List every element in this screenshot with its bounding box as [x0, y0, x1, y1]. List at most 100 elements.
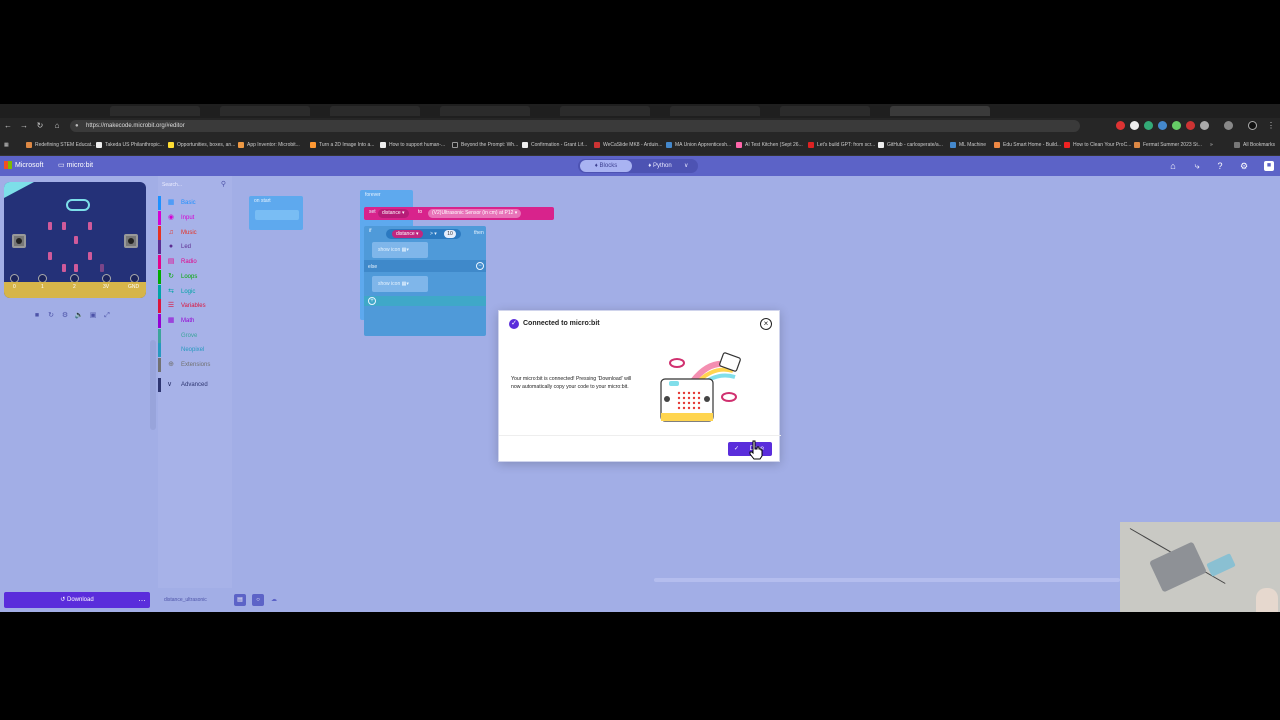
bookmark[interactable]: Opportunities, boxes, an... [168, 140, 235, 150]
microbit-logo[interactable]: ▭ micro:bit [58, 161, 93, 169]
toolbox-category-math[interactable]: ▦ Math [158, 314, 232, 328]
more-bookmarks-icon[interactable]: » [1210, 140, 1213, 150]
github-icon[interactable]: ○ [252, 594, 264, 606]
show-icon-block[interactable]: show icon ▦▾ [372, 276, 428, 292]
icon-picker[interactable]: ▦▾ [402, 247, 409, 253]
bookmark[interactable]: Beyond the Prompt: Wh... [452, 140, 518, 150]
address-bar[interactable]: ● https://makecode.microbit.org/#editor [70, 120, 1080, 132]
bookmark[interactable]: Takeda US Philanthropic... [96, 140, 164, 150]
extension-icon[interactable] [1186, 121, 1195, 130]
microsoft-account-icon[interactable]: ■ [1264, 161, 1274, 171]
button-b[interactable] [124, 234, 138, 248]
fullscreen-icon[interactable]: ⤢ [102, 311, 112, 321]
screenshot-icon[interactable]: ▣ [88, 311, 98, 321]
microsoft-logo[interactable]: Microsoft [4, 161, 43, 169]
bookmark[interactable]: Let's build GPT: from scr... [808, 140, 875, 150]
bookmark[interactable]: App Inventor: Microbit... [238, 140, 300, 150]
close-icon[interactable]: × [760, 318, 772, 330]
help-icon[interactable]: ? [1214, 160, 1226, 172]
button-a[interactable] [12, 234, 26, 248]
toolbox-category-loops[interactable]: ↻ Loops [158, 270, 232, 284]
cloud-icon[interactable]: ☁ [268, 594, 280, 606]
apps-grid-icon[interactable]: ▦ [4, 140, 9, 150]
back-icon[interactable]: ← [3, 121, 13, 131]
bookmark[interactable]: How to Clean Your ProC... [1064, 140, 1131, 150]
toolbox-search-input[interactable]: Search... ⚲ [162, 180, 228, 190]
bookmark[interactable]: WeCaSlide MK8 - Arduin... [594, 140, 662, 150]
minus-circle-icon[interactable]: − [476, 262, 484, 270]
stop-icon[interactable]: ■ [32, 311, 42, 321]
bookmark[interactable]: How to support human-... [380, 140, 445, 150]
bookmark[interactable]: Redefining STEM Educat... [26, 140, 95, 150]
toolbox-category-music[interactable]: ♫ Music [158, 226, 232, 240]
variable-dropdown[interactable]: distance ▾ [378, 209, 409, 218]
extension-icon[interactable] [1144, 121, 1153, 130]
download-button[interactable]: ↺ Download [4, 592, 150, 608]
bookmark[interactable]: Edu Smart Home - Build... [994, 140, 1061, 150]
search-icon[interactable]: ⚲ [221, 180, 226, 190]
comparison-block[interactable]: distance ▾ > ▾ 10 [386, 229, 461, 239]
icon-picker[interactable]: ▦▾ [402, 281, 409, 287]
save-icon[interactable]: ▤ [234, 594, 246, 606]
browser-tab[interactable] [330, 106, 420, 116]
plus-circle-icon[interactable]: + [368, 297, 376, 305]
blocks-toggle-button[interactable]: ♦ Blocks [580, 160, 632, 172]
browser-tab[interactable] [220, 106, 310, 116]
bookmark[interactable]: GitHub - carlosperate/a... [878, 140, 943, 150]
home-icon[interactable]: ⌂ [52, 121, 62, 131]
extension-icon[interactable] [1200, 121, 1209, 130]
python-toggle-button[interactable]: ♦ Python [640, 160, 680, 172]
share-icon[interactable]: ⤷ [1191, 160, 1203, 172]
workspace-horizontal-scrollbar[interactable] [654, 578, 1120, 582]
browser-tab[interactable] [670, 106, 760, 116]
restart-icon[interactable]: ↻ [46, 311, 56, 321]
toolbox-category-variables[interactable]: ☰ Variables [158, 299, 232, 313]
toolbox-category-input[interactable]: ◉ Input [158, 211, 232, 225]
bookmark[interactable]: Confirmation - Grant Lif... [522, 140, 587, 150]
project-name-input[interactable]: distance_ultrasonic [158, 594, 228, 606]
browser-tab-active[interactable] [890, 106, 990, 116]
browser-tab[interactable] [560, 106, 650, 116]
toolbox-category-grove[interactable]: Grove [158, 329, 232, 343]
toolbox-category-advanced[interactable]: ∨ Advanced [158, 378, 232, 392]
all-bookmarks[interactable]: All Bookmarks [1234, 140, 1275, 150]
microbit-simulator[interactable]: 0 1 2 3V GND [4, 182, 146, 298]
set-variable-block[interactable]: set distance ▾ to (V2)Ultrasonic Sensor … [364, 207, 554, 220]
show-icon-block[interactable]: show icon ▦▾ [372, 242, 428, 258]
browser-tab[interactable] [780, 106, 870, 116]
download-more-icon[interactable]: … [134, 592, 150, 608]
number-input[interactable]: 10 [444, 230, 456, 238]
extension-icon[interactable] [1130, 121, 1139, 130]
extension-icon[interactable] [1116, 121, 1125, 130]
toolbox-category-neopixel[interactable]: Neopixel [158, 343, 232, 357]
slow-motion-icon[interactable]: ⚙ [60, 311, 70, 321]
bookmark[interactable]: Fermat Summer 2023 St... [1134, 140, 1202, 150]
simulator-scrollbar[interactable] [150, 340, 156, 430]
bookmark[interactable]: AI Test Kitchen (Sept 26... [736, 140, 803, 150]
toolbox-category-radio[interactable]: ▤ Radio [158, 255, 232, 269]
toolbox-category-extensions[interactable]: ⊕ Extensions [158, 358, 232, 372]
gear-icon[interactable]: ⚙ [1238, 160, 1250, 172]
touch-logo-icon[interactable] [66, 199, 90, 211]
bookmark[interactable]: ML Machine [950, 140, 986, 150]
site-info-icon[interactable]: ● [75, 120, 79, 132]
mute-icon[interactable]: 🔈 [74, 311, 84, 321]
extensions-menu-icon[interactable] [1224, 121, 1233, 130]
if-else-block[interactable]: if distance ▾ > ▾ 10 then show icon ▦▾ e… [364, 226, 486, 336]
toolbox-category-led[interactable]: ● Led [158, 240, 232, 254]
ultrasonic-sensor-reporter[interactable]: (V2)Ultrasonic Sensor (in cm) at P12 ▾ [428, 209, 522, 218]
variable-reporter[interactable]: distance ▾ [392, 230, 423, 238]
forward-icon[interactable]: → [19, 121, 29, 131]
toolbox-category-logic[interactable]: ⇆ Logic [158, 285, 232, 299]
reload-icon[interactable]: ↻ [35, 121, 45, 131]
extension-icon[interactable] [1172, 121, 1181, 130]
toolbox-category-basic[interactable]: ▦ Basic [158, 196, 232, 210]
extension-icon[interactable] [1158, 121, 1167, 130]
home-icon[interactable]: ⌂ [1167, 160, 1179, 172]
browser-menu-icon[interactable]: ⋮ [1266, 121, 1276, 131]
bookmark[interactable]: MA Union Apprenticesh... [666, 140, 731, 150]
browser-tab[interactable] [110, 106, 200, 116]
profile-avatar[interactable] [1248, 121, 1257, 130]
chevron-down-icon[interactable]: ∨ [684, 160, 688, 172]
on-start-block[interactable]: on start [249, 196, 303, 230]
